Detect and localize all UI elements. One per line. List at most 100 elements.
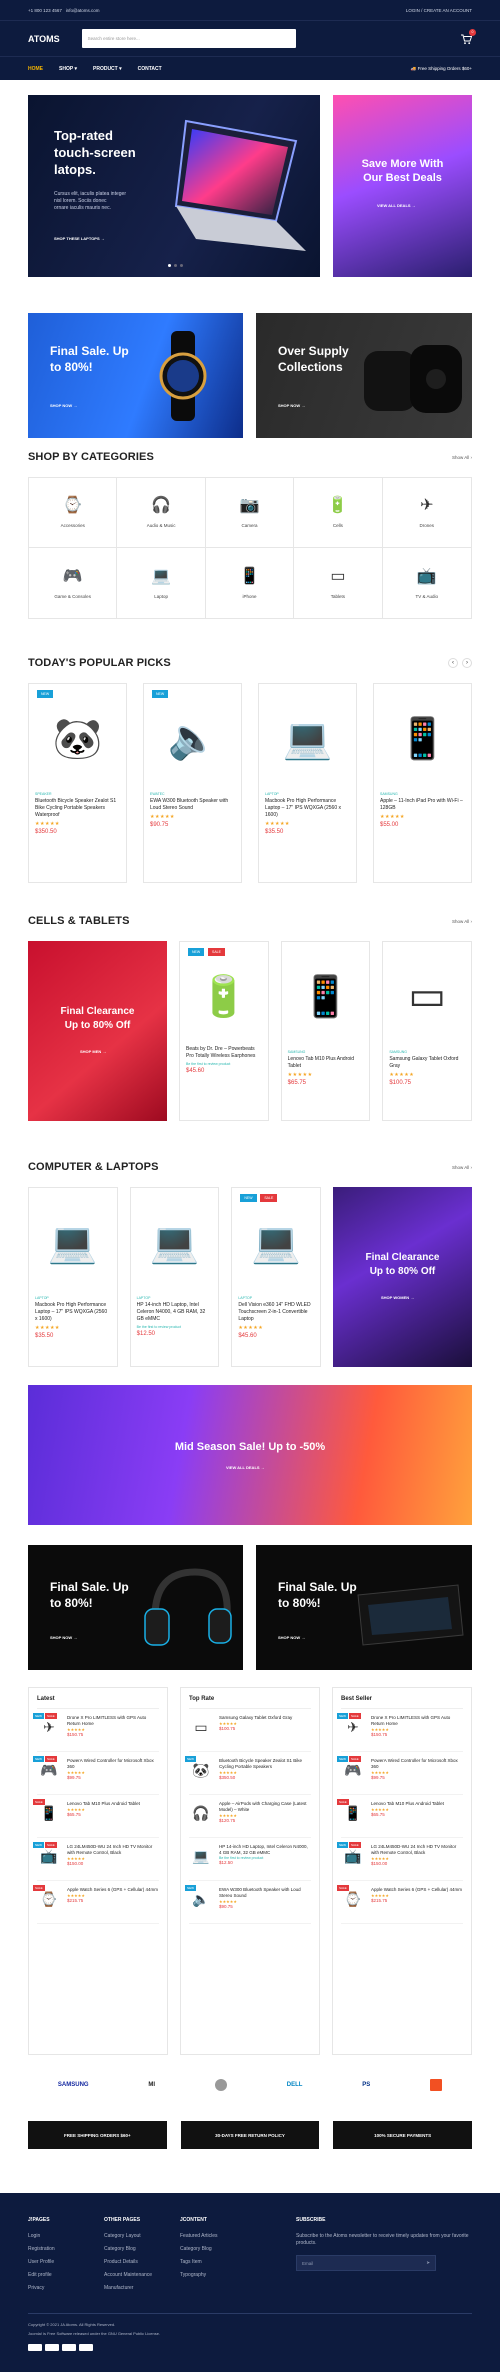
hero-side-banner[interactable]: Save More With Our Best Deals VIEW ALL DE… [333,95,472,277]
list-item[interactable]: ⌚ SALE Apple Watch Series 6 (GPS + Cellula… [33,1881,159,1924]
email[interactable]: info@atoms.com [66,8,100,13]
product-card[interactable]: 💻 LAPTOP Macbook Pro High Performance Lapt… [28,1187,118,1367]
product-image[interactable]: 💻 [265,690,350,786]
product-card[interactable]: ▭ SAMSUNG Samsung Galaxy Tablet Oxford Gra… [382,941,472,1121]
product-image[interactable]: 📱 [288,948,364,1044]
list-item[interactable]: 🔈 NEW EWA W300 Bluetooth Speaker with Loud… [185,1881,311,1924]
product-category[interactable]: SAMSUNG [389,1050,465,1054]
list-item-name[interactable]: PowerA Wired Controller for Microsoft Xb… [67,1758,159,1770]
category-item[interactable]: 🔋 Cells [294,478,383,548]
product-name[interactable]: Apple – 11-Inch iPad Pro with Wi-Fi – 12… [380,798,465,812]
cells-banner[interactable]: Final Clearance Up to 80% Off SHOP MEN → [28,941,167,1121]
cells-show-all[interactable]: Show All › [452,919,472,924]
nav-shop[interactable]: SHOP ▾ [59,66,77,72]
product-name[interactable]: EWA W300 Bluetooth Speaker with Loud Ste… [150,798,235,812]
list-item[interactable]: 📱 SALE Lenovo Tab M10 Plus Android Tablet ★… [33,1795,159,1838]
brand-logo[interactable]: DELL [287,2082,303,2088]
brand-logo[interactable] [214,2079,227,2091]
footer-link[interactable]: Featured Articles [180,2233,256,2239]
list-item[interactable]: 🎮 NEW SALE PowerA Wired Controller for Micr… [33,1752,159,1795]
product-card[interactable]: 💻 LAPTOP HP 14-inch HD Laptop, Intel Celer… [129,1187,220,1367]
nav-home[interactable]: HOME [28,66,43,72]
promo-3-cta[interactable]: SHOP NOW → [50,1635,77,1640]
nav-contact[interactable]: CONTACT [138,66,162,72]
computers-banner-cta[interactable]: SHOP WOMEN → [381,1295,414,1300]
product-card[interactable]: NEW SALE 💻 LAPTOP Dell Vision e360 14" FHD W… [231,1187,321,1367]
list-item[interactable]: 🎮 NEW SALE PowerA Wired Controller for Micr… [337,1752,463,1795]
list-thumb[interactable]: 📱 SALE [33,1799,61,1825]
product-card[interactable]: 📱 SAMSUNG Apple – 11-Inch iPad Pro with Wi… [373,683,472,883]
list-item-name[interactable]: Drone X Pro LIMITLESS with GPS Auto Retu… [67,1715,159,1727]
list-item-name[interactable]: Apple – AirPods with Charging Case (Late… [219,1801,311,1813]
product-card[interactable]: 📱 SAMSUNG Lenovo Tab M10 Plus Android Tabl… [280,941,371,1121]
footer-link[interactable]: Typography [180,2272,256,2278]
list-item-name[interactable]: EWA W300 Bluetooth Speaker with Loud Ste… [219,1887,311,1899]
mid-season-banner[interactable]: Mid Season Sale! Up to -50% VIEW ALL DEA… [28,1385,472,1525]
product-image[interactable]: ▭ [389,948,465,1044]
footer-link[interactable]: Login [28,2233,104,2239]
hero-main-banner[interactable]: Top-rated touch-screen latops. Cursus elit… [28,95,320,277]
brand-logo[interactable]: SAMSUNG [58,2082,89,2088]
promo-banner-3[interactable]: Final Sale. Up to 80%! SHOP NOW → [28,1545,243,1670]
product-card[interactable]: NEW SALE 🔋 Beats by Dr. Dre – Powerbeats Pr… [179,941,269,1121]
brand-logo[interactable]: PS [362,2082,370,2088]
product-category[interactable]: LAPTOP [265,792,350,796]
product-card[interactable]: NEW 🔈 EWATEC EWA W300 Bluetooth Speaker wit… [143,683,242,883]
product-category[interactable]: EWATEC [150,792,235,796]
category-item[interactable]: ✈ Drones [382,478,471,548]
computers-show-all[interactable]: Show All › [452,1165,472,1170]
footer-link[interactable]: Manufacturer [104,2285,180,2291]
promo-banner-1[interactable]: Final Sale. Up to 80%! SHOP NOW → [28,313,243,438]
footer-link[interactable]: Edit profile [28,2272,104,2278]
list-thumb[interactable]: ✈ NEW SALE [337,1713,365,1739]
product-image[interactable]: 💻 [35,1194,111,1290]
footer-link[interactable]: User Profile [28,2259,104,2265]
send-icon[interactable]: ➤ [426,2260,430,2266]
list-thumb[interactable]: 📺 NEW SALE [33,1842,61,1868]
product-name[interactable]: Dell Vision e360 14" FHD WLED Touchscree… [238,1302,314,1323]
search-input[interactable]: Search entire store here... [81,29,296,48]
product-category[interactable]: SAMSUNG [380,792,465,796]
list-thumb[interactable]: ✈ NEW SALE [33,1713,61,1739]
product-image[interactable]: 💻 [137,1194,213,1290]
list-thumb[interactable]: ▭ [189,1715,213,1739]
list-item-name[interactable]: LG 24LM450D-WU 24 Inch HD TV Monitor wit… [67,1844,159,1856]
list-item[interactable]: 💻 HP 14-inch HD Laptop, Intel Celeron N40… [189,1838,311,1881]
next-arrow-icon[interactable]: › [462,658,472,668]
subscribe-email-input[interactable]: Email ➤ [296,2255,436,2271]
product-name[interactable]: Beats by Dr. Dre – Powerbeats Pro Totall… [186,1046,262,1060]
footer-link[interactable]: Privacy [28,2285,104,2291]
product-name[interactable]: Lenovo Tab M10 Plus Android Tablet [288,1056,364,1070]
list-thumb[interactable]: 🐼 NEW [185,1756,213,1782]
list-thumb[interactable]: 📱 SALE [337,1799,365,1825]
product-category[interactable]: LAPTOP [137,1296,213,1300]
product-image[interactable]: 🔋 [186,948,262,1044]
list-thumb[interactable]: 🎮 NEW SALE [337,1756,365,1782]
account-link[interactable]: LOGIN / CREATE AN ACCOUNT [406,8,472,13]
brand-logo[interactable] [430,2079,443,2091]
product-name[interactable]: HP 14-inch HD Laptop, Intel Celeron N400… [137,1302,213,1323]
promo-2-cta[interactable]: SHOP NOW → [278,403,305,408]
footer-link[interactable]: Category Blog [180,2246,256,2252]
list-item[interactable]: 📺 NEW SALE LG 24LM450D-WU 24 Inch HD TV Mon… [33,1838,159,1881]
product-name[interactable]: Macbook Pro High Performance Laptop – 17… [265,798,350,819]
footer-link[interactable]: Category Layout [104,2233,180,2239]
product-image[interactable]: 📱 [380,690,465,786]
footer-link[interactable]: Tags Item [180,2259,256,2265]
category-item[interactable]: 🎮 Game & Consoles [29,548,118,618]
list-thumb[interactable]: 💻 [189,1844,213,1868]
cart-button[interactable]: 0 [460,28,476,45]
review-note[interactable]: Be the first to review product [186,1062,262,1066]
computers-banner[interactable]: Final Clearance Up to 80% Off SHOP WOMEN … [332,1187,472,1367]
promo-banner-2[interactable]: Over Supply Collections SHOP NOW → [256,313,472,438]
category-item[interactable]: 💻 Laptop [117,548,206,618]
product-name[interactable]: Samsung Galaxy Tablet Oxford Gray [389,1056,465,1070]
list-item[interactable]: 🐼 NEW Bluetooth Bicycle Speaker Zealot S1 … [185,1752,311,1795]
logo[interactable]: ATOMS [28,34,60,44]
footer-link[interactable]: Registration [28,2246,104,2252]
phone[interactable]: +1 800 123 4567 [28,8,62,13]
list-item[interactable]: 📺 NEW SALE LG 24LM450D-WU 24 Inch HD TV Mon… [337,1838,463,1881]
footer-link[interactable]: Product Details [104,2259,180,2265]
list-item[interactable]: ✈ NEW SALE Drone X Pro LIMITLESS with GPS A… [337,1709,463,1752]
prev-arrow-icon[interactable]: ‹ [448,658,458,668]
